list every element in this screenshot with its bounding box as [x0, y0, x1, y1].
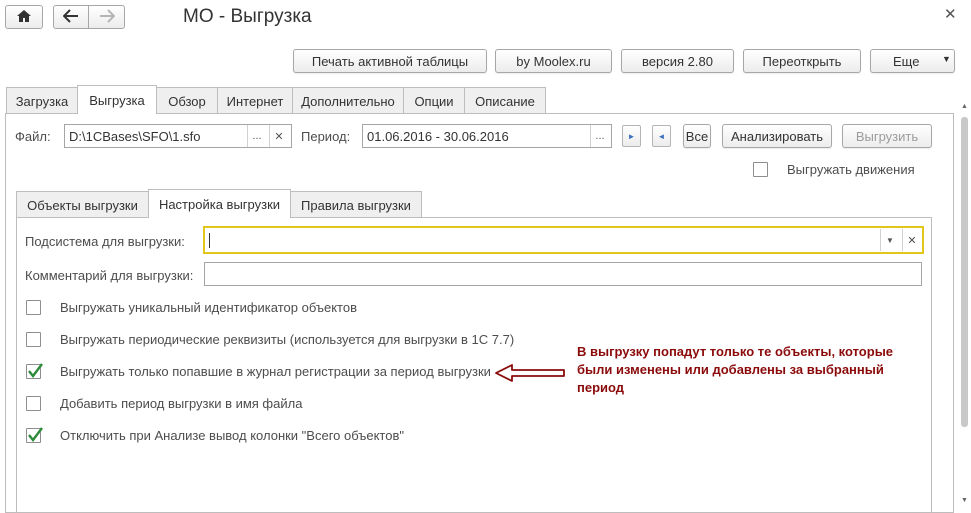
analyze-button[interactable]: Анализировать — [722, 124, 832, 148]
tab-options[interactable]: Опции — [403, 87, 465, 114]
file-path-value: D:\1CBases\SFO\1.sfo — [69, 128, 201, 144]
export-movements-checkbox[interactable] — [753, 162, 768, 177]
window-title: МО - Выгрузка — [183, 6, 312, 27]
tab-overview[interactable]: Обзор — [156, 87, 218, 114]
subtab-export-objects[interactable]: Объекты выгрузки — [16, 191, 149, 218]
comment-field[interactable] — [204, 262, 922, 286]
file-label: Файл: — [15, 129, 51, 144]
option-periodic-attrs-checkbox[interactable] — [26, 332, 41, 347]
option-disable-total-column-checkbox[interactable] — [26, 427, 43, 443]
scrollbar-thumb[interactable] — [961, 117, 968, 427]
more-button[interactable]: Еще ▼ — [870, 49, 955, 73]
more-label: Еще — [893, 53, 920, 69]
export-movements-label: Выгружать движения — [787, 162, 915, 177]
tab-description[interactable]: Описание — [464, 87, 546, 114]
home-button[interactable] — [5, 5, 43, 29]
option-disable-total-column-label: Отключить при Анализе вывод колонки "Все… — [60, 428, 404, 443]
main-tabs: Загрузка Выгрузка Обзор Интернет Дополни… — [6, 85, 546, 114]
author-button[interactable]: by Moolex.ru — [495, 49, 612, 73]
chevron-down-icon: ▼ — [886, 235, 894, 245]
tab-internet[interactable]: Интернет — [217, 87, 293, 114]
checkmark-icon — [28, 363, 43, 378]
subsystem-clear-button[interactable]: ✕ — [902, 229, 921, 251]
sub-tabs: Объекты выгрузки Настройка выгрузки Прав… — [16, 189, 422, 218]
arrow-left-icon — [62, 8, 79, 26]
option-unique-id-checkbox[interactable] — [26, 300, 41, 315]
text-cursor — [209, 233, 210, 248]
print-active-table-button[interactable]: Печать активной таблицы — [293, 49, 487, 73]
comment-label: Комментарий для выгрузки: — [25, 268, 194, 283]
close-icon[interactable]: ✕ — [944, 5, 957, 23]
subtab-export-rules[interactable]: Правила выгрузки — [290, 191, 422, 218]
forward-button[interactable] — [88, 5, 125, 29]
reopen-button[interactable]: Переоткрыть — [743, 49, 861, 73]
checkmark-icon — [28, 427, 43, 442]
export-button[interactable]: Выгрузить — [842, 124, 932, 148]
browse-file-button[interactable]: ... — [247, 125, 266, 147]
annotation-note: В выгрузку попадут только те объекты, ко… — [577, 344, 894, 395]
period-all-button[interactable]: Все — [683, 124, 711, 148]
subtab-export-settings[interactable]: Настройка выгрузки — [148, 189, 291, 218]
chevron-right-icon: ► — [627, 131, 636, 141]
select-period-button[interactable]: ... — [590, 125, 609, 147]
tab-export[interactable]: Выгрузка — [77, 85, 157, 114]
period-field[interactable]: 01.06.2016 - 30.06.2016 ... — [362, 124, 612, 148]
scroll-up-icon[interactable]: ▲ — [961, 103, 968, 110]
clear-icon: ✕ — [907, 234, 917, 247]
chevron-left-icon: ◄ — [657, 131, 666, 141]
home-icon — [16, 8, 32, 27]
subsystem-field[interactable]: ▼ ✕ — [203, 226, 924, 254]
period-next-button[interactable]: ► — [622, 125, 641, 147]
period-label: Период: — [301, 129, 351, 144]
option-unique-id-label: Выгружать уникальный идентификатор объек… — [60, 300, 357, 315]
tab-additional[interactable]: Дополнительно — [292, 87, 404, 114]
option-periodic-attrs-label: Выгружать периодические реквизиты (испол… — [60, 332, 515, 347]
option-period-in-filename-checkbox[interactable] — [26, 396, 41, 411]
chevron-down-icon: ▼ — [942, 54, 951, 64]
clear-file-button[interactable]: ✕ — [269, 125, 288, 147]
arrow-right-icon — [99, 8, 115, 26]
subsystem-label: Подсистема для выгрузки: — [25, 234, 185, 249]
option-journal-only-label: Выгружать только попавшие в журнал регис… — [60, 364, 491, 379]
annotation-arrow-icon — [495, 364, 565, 382]
vertical-scrollbar[interactable]: ▲ ▼ — [959, 103, 969, 509]
back-button[interactable] — [53, 5, 89, 29]
option-journal-only-checkbox[interactable] — [26, 363, 43, 379]
tab-load[interactable]: Загрузка — [6, 87, 78, 114]
period-value: 01.06.2016 - 30.06.2016 — [367, 128, 509, 144]
option-period-in-filename-label: Добавить период выгрузки в имя файла — [60, 396, 303, 411]
subsystem-dropdown-button[interactable]: ▼ — [880, 229, 899, 251]
period-prev-button[interactable]: ◄ — [652, 125, 671, 147]
version-button[interactable]: версия 2.80 — [621, 49, 734, 73]
scroll-down-icon[interactable]: ▼ — [961, 497, 968, 504]
file-path-field[interactable]: D:\1CBases\SFO\1.sfo ... ✕ — [64, 124, 292, 148]
